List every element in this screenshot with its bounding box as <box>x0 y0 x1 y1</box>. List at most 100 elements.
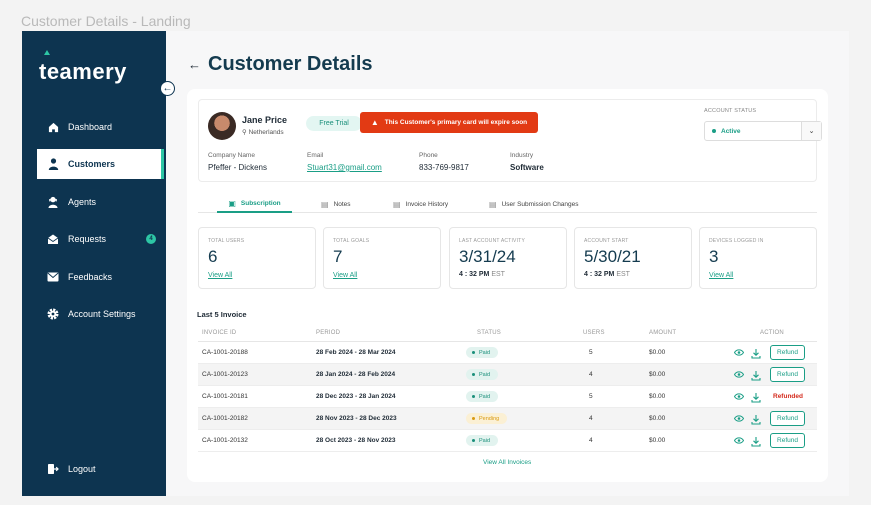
tab-invoice-history[interactable]: ▤ Invoice History <box>393 196 448 213</box>
invoice-id: CA-1001-20181 <box>202 393 248 400</box>
account-status-select[interactable]: Active ⌄ <box>704 121 822 141</box>
stat-time: 4 : 32 PM EST <box>459 271 505 278</box>
tab-user-submission-changes[interactable]: ▤ User Submission Changes <box>489 196 579 213</box>
sidebar-item-account-settings[interactable]: Account Settings <box>37 299 164 329</box>
invoice-amount: $0.00 <box>649 349 666 356</box>
download-icon[interactable] <box>751 346 761 359</box>
view-eye-icon[interactable] <box>734 413 744 423</box>
logout-button[interactable]: Logout <box>37 454 164 484</box>
mail-open-icon <box>47 233 59 245</box>
column-header: INVOICE ID <box>202 330 237 336</box>
sidebar-collapse-button[interactable]: ← <box>160 81 175 96</box>
stat-account-start: ACCOUNT START 5/30/21 4 : 32 PM EST <box>574 227 692 289</box>
invoice-id: CA-1001-20182 <box>202 415 248 422</box>
view-all-users-link[interactable]: View All <box>208 272 232 279</box>
download-icon[interactable] <box>751 412 761 425</box>
sidebar-item-label: Requests <box>68 234 107 244</box>
account-status-value: Active <box>721 127 741 135</box>
sidebar-item-requests[interactable]: Requests 4 <box>37 224 164 254</box>
stat-label: LAST ACCOUNT ACTIVITY <box>459 238 525 244</box>
customer-name: Jane Price <box>242 115 288 125</box>
stat-devices-logged-in: DEVICES LOGGED IN 3 View All <box>699 227 817 289</box>
status-badge: Paid <box>466 347 499 358</box>
download-icon[interactable] <box>751 434 761 447</box>
stat-label: TOTAL USERS <box>208 238 245 244</box>
sidebar-item-feedbacks[interactable]: Feedbacks <box>37 262 164 292</box>
back-button[interactable]: ← <box>188 57 201 72</box>
view-all-invoices-link[interactable]: View All Invoices <box>483 459 531 466</box>
view-eye-icon[interactable] <box>734 391 744 401</box>
agent-icon <box>47 196 59 208</box>
phone-label: Phone <box>419 152 438 159</box>
invoice-period: 28 Nov 2023 - 28 Dec 2023 <box>316 415 397 422</box>
invoice-users: 4 <box>589 437 593 444</box>
stat-value: 7 <box>333 247 343 266</box>
download-icon[interactable] <box>751 390 761 403</box>
customer-details-card: Jane Price ⚲ Netherlands Free Trial ▲ Th… <box>187 89 828 482</box>
page-title: Customer Details <box>208 53 373 75</box>
column-header: PERIOD <box>316 330 341 336</box>
sidebar-item-label: Customers <box>68 159 116 169</box>
invoice-users: 4 <box>589 371 593 378</box>
invoice-period: 28 Jan 2024 - 28 Feb 2024 <box>316 371 396 378</box>
sidebar-item-agents[interactable]: Agents <box>37 187 164 217</box>
stat-total-goals: TOTAL GOALS 7 View All <box>323 227 441 289</box>
view-all-devices-link[interactable]: View All <box>709 272 733 279</box>
refund-button[interactable]: Refund <box>770 411 805 426</box>
mail-icon <box>47 271 59 283</box>
invoice-id: CA-1001-20123 <box>202 371 248 378</box>
view-eye-icon[interactable] <box>734 347 744 357</box>
stat-label: DEVICES LOGGED IN <box>709 238 764 244</box>
stat-last-account-activity: LAST ACCOUNT ACTIVITY 3/31/24 4 : 32 PM … <box>449 227 567 289</box>
status-badge: Paid <box>466 435 499 446</box>
sidebar-item-label: Dashboard <box>68 122 113 132</box>
stat-value: 5/30/21 <box>584 247 641 266</box>
table-row: CA-1001-20188 28 Feb 2024 - 28 Mar 2024 Pa… <box>198 342 817 364</box>
invoice-amount: $0.00 <box>649 371 666 378</box>
stat-time: 4 : 32 PM EST <box>584 271 630 278</box>
email-link[interactable]: Stuart31@gmail.com <box>307 163 382 172</box>
invoice-users: 5 <box>589 393 593 400</box>
chevron-down-icon: ⌄ <box>801 122 821 140</box>
arrow-left-icon: ← <box>162 82 173 94</box>
plan-badge: Free Trial <box>306 116 362 131</box>
invoice-amount: $0.00 <box>649 437 666 444</box>
refund-button[interactable]: Refund <box>770 367 805 382</box>
column-header: ACTION <box>760 330 784 336</box>
home-icon <box>47 121 59 133</box>
logo-accent-icon <box>44 50 50 55</box>
person-icon <box>47 158 59 170</box>
sidebar-item-dashboard[interactable]: Dashboard <box>37 112 164 142</box>
invoice-table-header: INVOICE ID PERIOD STATUS USERS AMOUNT AC… <box>198 327 817 342</box>
view-all-goals-link[interactable]: View All <box>333 272 357 279</box>
phone-value: 833-769-9817 <box>419 163 469 172</box>
stat-label: ACCOUNT START <box>584 238 629 244</box>
notes-icon: ▤ <box>321 200 329 209</box>
column-header: AMOUNT <box>649 330 677 336</box>
table-row: CA-1001-20182 28 Nov 2023 - 28 Dec 2023 Pe… <box>198 408 817 430</box>
download-icon[interactable] <box>751 368 761 381</box>
customer-profile-panel: Jane Price ⚲ Netherlands Free Trial ▲ Th… <box>198 99 822 182</box>
stat-value: 3/31/24 <box>459 247 516 266</box>
invoice-period: 28 Feb 2024 - 28 Mar 2024 <box>316 349 396 356</box>
status-dot <box>472 439 475 442</box>
location-pin-icon: ⚲ <box>242 129 247 136</box>
view-eye-icon[interactable] <box>734 369 744 379</box>
invoice-users: 4 <box>589 415 593 422</box>
tab-subscription[interactable]: ▣ Subscription <box>217 196 292 213</box>
refunded-status: Refunded <box>773 393 803 400</box>
account-status-label: ACCOUNT STATUS <box>704 108 757 114</box>
invoice-amount: $0.00 <box>649 415 666 422</box>
refund-button[interactable]: Refund <box>770 433 805 448</box>
tab-notes[interactable]: ▤ Notes <box>321 196 351 213</box>
invoice-amount: $0.00 <box>649 393 666 400</box>
sidebar-item-customers[interactable]: Customers <box>37 149 164 179</box>
user-card-icon: ▤ <box>489 200 497 209</box>
view-eye-icon[interactable] <box>734 435 744 445</box>
logout-label: Logout <box>68 464 96 474</box>
sidebar: teamery Dashboard Customers Agents Reque <box>22 31 166 496</box>
status-dot <box>472 351 475 354</box>
refund-button[interactable]: Refund <box>770 345 805 360</box>
card-icon: ▣ <box>228 199 236 208</box>
email-label: Email <box>307 152 324 159</box>
